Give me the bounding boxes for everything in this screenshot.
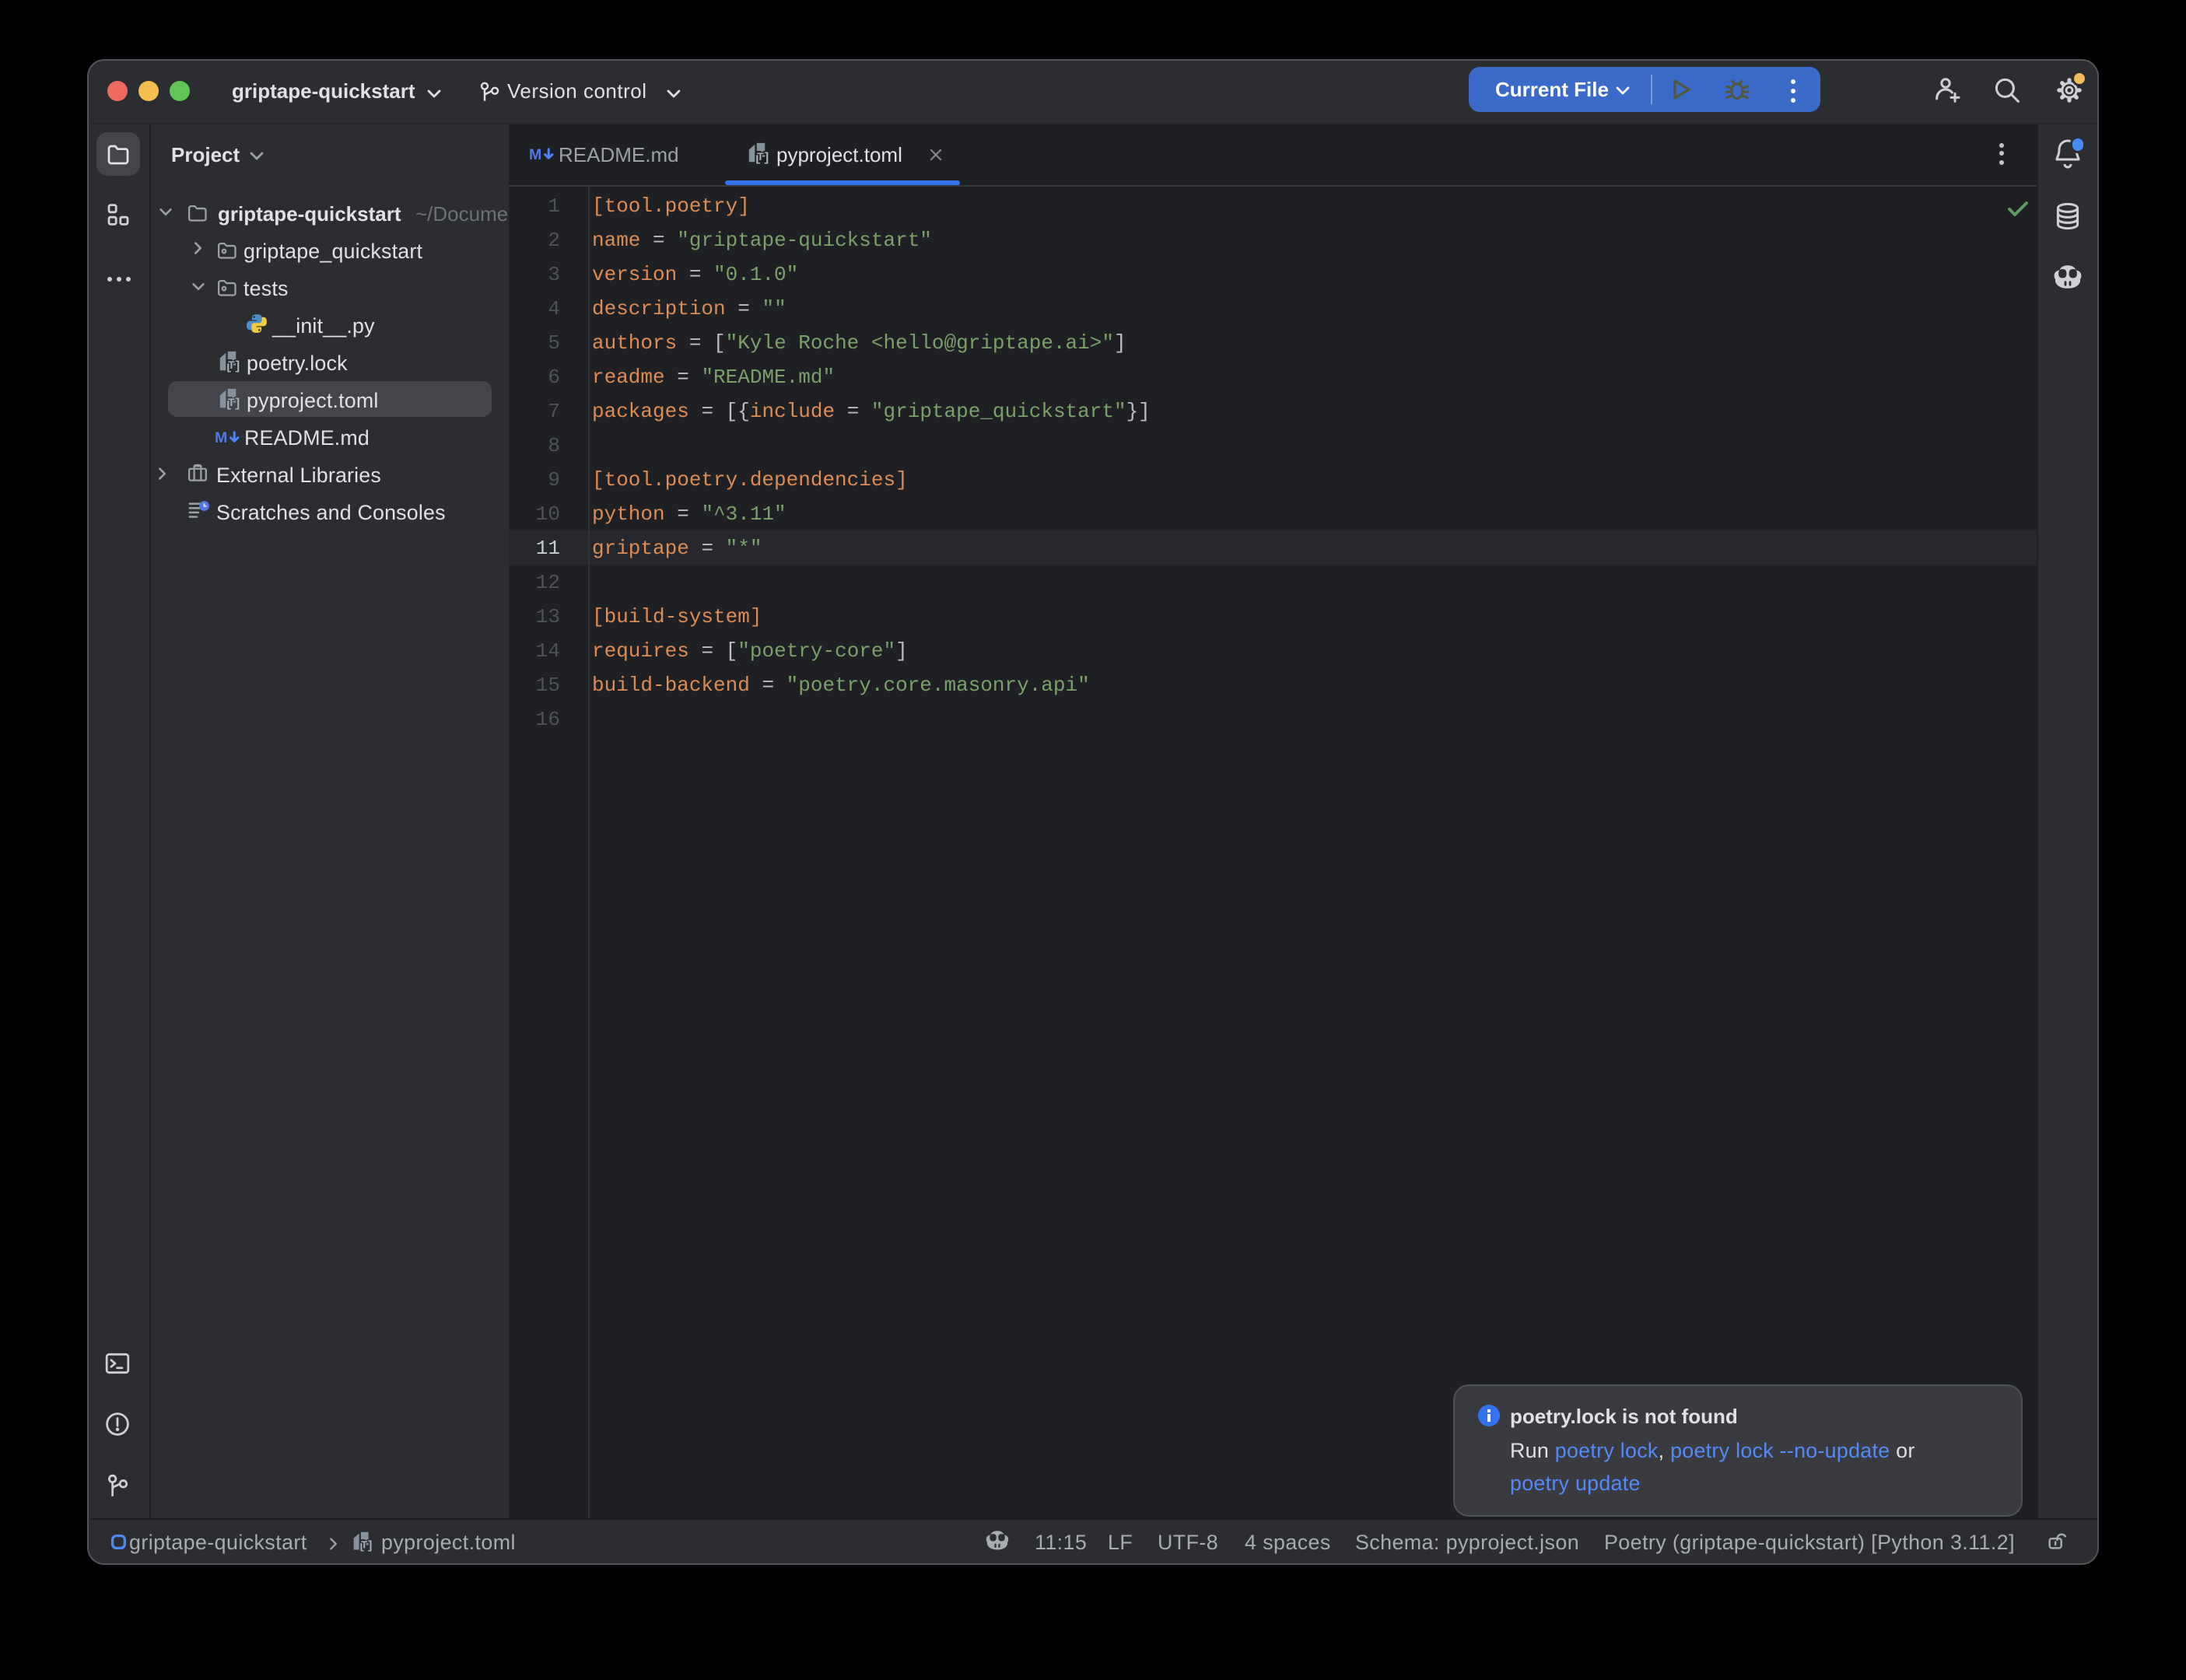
svg-text:]: ] — [234, 359, 241, 373]
svg-text:]: ] — [763, 151, 770, 165]
svg-text:]: ] — [234, 397, 241, 411]
svg-text:]: ] — [366, 1540, 373, 1552]
svg-text:M: M — [529, 146, 541, 163]
svg-text:T: T — [228, 359, 235, 371]
svg-text:M: M — [215, 429, 227, 446]
svg-text:T: T — [757, 150, 764, 163]
svg-text:T: T — [228, 396, 235, 408]
svg-text:T: T — [361, 1539, 367, 1551]
